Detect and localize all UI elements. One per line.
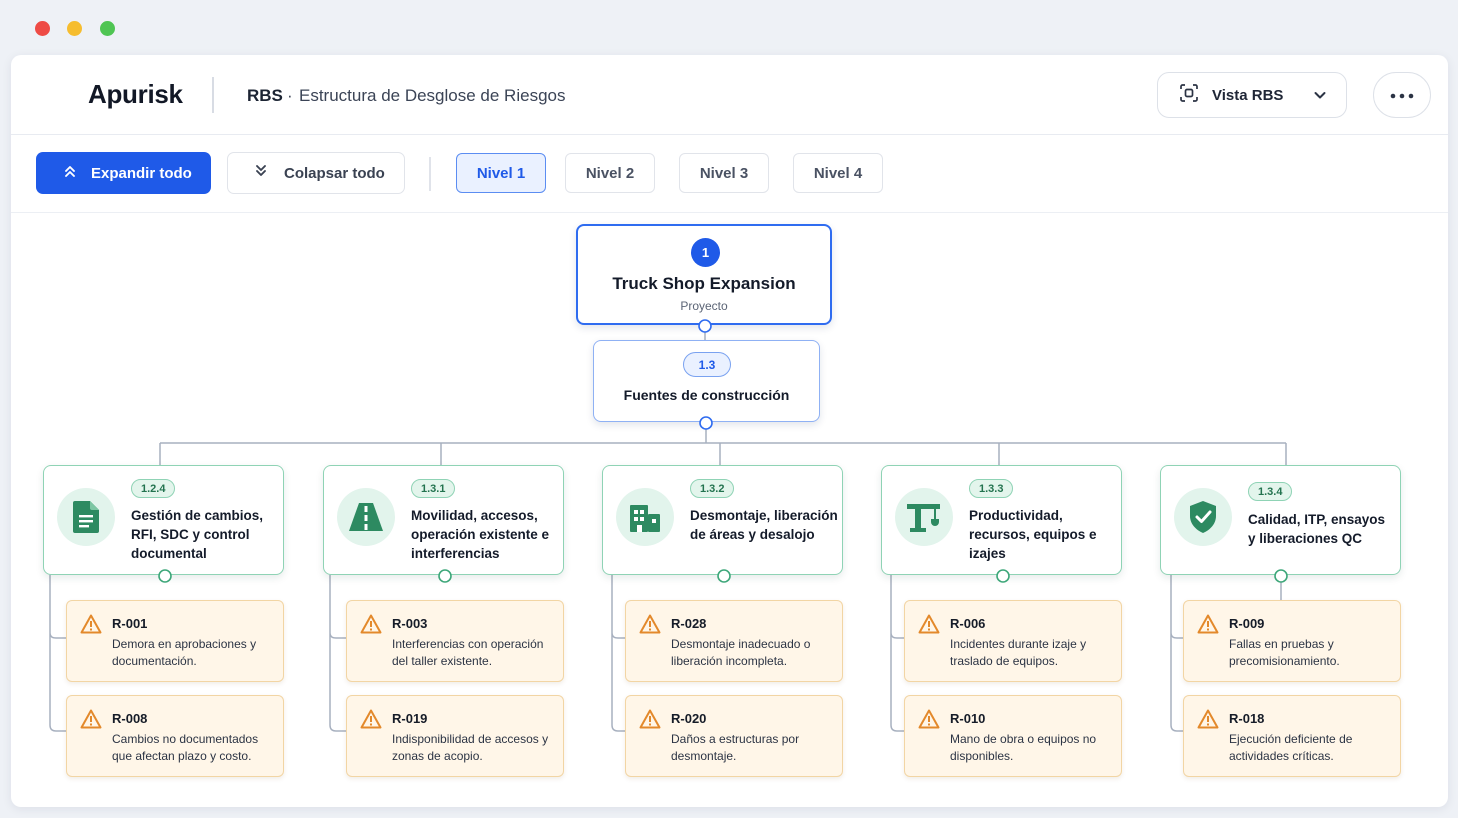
category-handle-1[interactable] — [158, 569, 172, 583]
category-handle-5[interactable] — [1274, 569, 1288, 583]
root-expand-handle[interactable] — [698, 319, 712, 333]
category-handle-4[interactable] — [996, 569, 1010, 583]
source-expand-handle[interactable] — [699, 416, 713, 430]
app-window: Apurisk RBS · Estructura de Desglose de … — [11, 55, 1448, 807]
category-handle-3[interactable] — [717, 569, 731, 583]
rbs-tree-canvas: 1 Truck Shop Expansion Proyecto 1.3 Fuen… — [11, 55, 1448, 807]
window-close-button[interactable] — [35, 21, 50, 36]
connector-handles — [158, 319, 1288, 583]
window-minimize-button[interactable] — [67, 21, 82, 36]
category-handle-2[interactable] — [438, 569, 452, 583]
window-maximize-button[interactable] — [100, 21, 115, 36]
